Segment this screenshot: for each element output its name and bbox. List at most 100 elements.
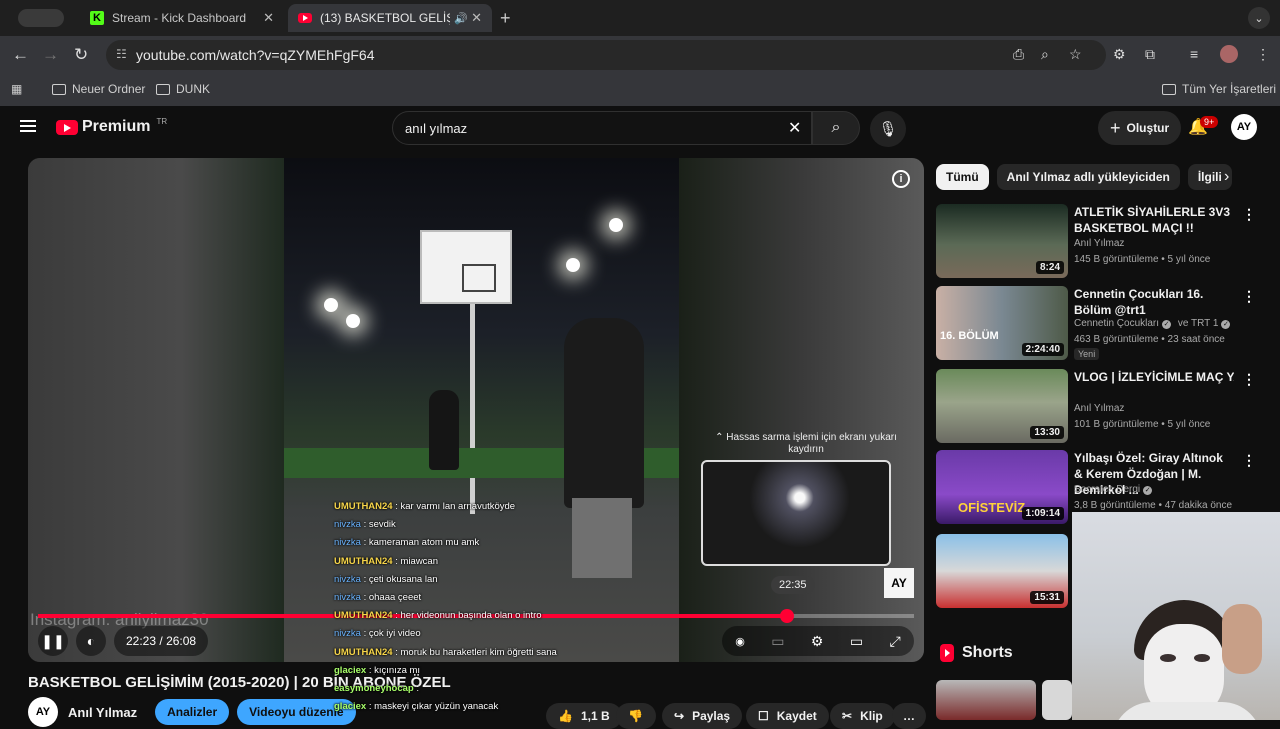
more-vert-icon[interactable]: ⋮ [1242,371,1256,388]
channel-name[interactable]: Anıl Yılmaz [1074,403,1124,414]
recommended-video[interactable]: 15:31 [936,534,1068,608]
recommended-video[interactable]: 16. BÖLÜM 2:24:40 Cennetin Çocukları 16.… [936,286,1276,360]
menu-icon[interactable] [20,120,36,132]
channel-name[interactable]: Anıl Yılmaz [1074,238,1124,249]
shorts-icon [940,644,954,662]
create-button[interactable]: + Oluştur [1098,111,1182,145]
tab-menu-chevron-icon[interactable]: ⌄ [1248,7,1270,29]
channel-name[interactable]: Socrates Dergi [1074,484,1140,495]
channel-avatar[interactable]: AY [28,697,58,727]
short-thumbnail[interactable] [1042,680,1072,720]
save-button[interactable]: ☐ Kaydet [746,703,829,729]
seek-preview-thumbnail [701,460,891,566]
chat-username: nivzka [334,519,361,531]
video-thumbnail[interactable]: 8:24 [936,204,1068,278]
tab-search-pill[interactable] [18,9,64,27]
chat-message: glaciex : kıçınıza mı [334,662,654,680]
bookmark-star-icon[interactable]: ☆ [1069,46,1082,63]
voice-search-button[interactable]: 🎙 [870,111,906,147]
install-icon[interactable]: ⎙ [1013,46,1024,63]
recommended-video[interactable]: 13:30 VLOG | İZLEYİCİMLE MAÇ YAPTIM & BA… [936,369,1276,443]
fullscreen-icon[interactable]: ⤢ [890,633,901,650]
autoplay-toggle-icon[interactable]: ◉ [735,635,745,648]
all-bookmarks[interactable]: Tüm Yer İşaretleri [1162,82,1276,96]
video-title[interactable]: VLOG | İZLEYİCİMLE MAÇ YAPTIM & BASKETBO… [1074,369,1234,385]
video-title[interactable]: Cennetin Çocukları 16. Bölüm @trt1 [1074,286,1234,318]
time-display: 22:23 / 26:08 [114,626,209,656]
chat-message: glaciex : maskeyi çıkar yüzün yanacak [334,698,654,716]
volume-button[interactable]: ◐ [76,626,106,656]
share-label: Paylaş [692,709,731,723]
video-thumbnail[interactable]: 13:30 [936,369,1068,443]
video-thumbnail[interactable]: OFİSTEVİZ 1:09:14 [936,450,1068,524]
menu-dots-icon[interactable]: ⋮ [1256,46,1270,63]
pause-button[interactable]: ❚❚ [38,626,68,656]
progress-scrubber[interactable] [779,609,794,623]
search-button[interactable]: ⌕ [812,111,860,145]
youtube-play-icon [56,119,78,135]
reload-icon[interactable]: ↻ [74,45,88,65]
chat-message: UMUTHAN24 : miawcan [334,553,654,571]
clear-search-icon[interactable]: ✕ [788,118,801,138]
more-vert-icon[interactable]: ⋮ [1242,206,1256,223]
chevron-right-icon[interactable]: › [1224,168,1229,186]
bookmark-folder[interactable]: Neuer Ordner [52,82,145,96]
chevron-up-icon: ⌃ [715,432,724,443]
site-info-icon[interactable]: ☷ [116,47,127,61]
save-icon: ☐ [758,709,769,723]
tab-kick-dashboard[interactable]: K Stream - Kick Dashboard ✕ [80,4,284,32]
chat-username: UMUTHAN24 [334,501,393,512]
back-icon[interactable]: ← [12,45,29,65]
chat-message: UMUTHAN24 : moruk bu haraketleri kim öğr… [334,644,654,662]
more-vert-icon[interactable]: ⋮ [1242,452,1256,469]
shorts-section-header: Shorts [940,644,1013,662]
bookmark-folder[interactable]: DUNK [156,82,210,96]
speaker-icon[interactable]: 🔊 [454,12,468,25]
search-input[interactable]: anıl yılmaz [392,111,812,145]
clip-button[interactable]: ✂ Klip [830,703,895,729]
profile-avatar[interactable] [1220,45,1238,63]
media-icon[interactable]: ≡ [1190,46,1198,62]
subtitles-icon[interactable]: ▭ [771,633,784,650]
puzzle-icon[interactable]: ⧉ [1145,46,1155,63]
youtube-logo[interactable]: Premium TR [56,117,167,136]
more-actions-button[interactable]: … [892,703,926,729]
forward-icon[interactable]: → [42,45,59,65]
chat-text: : kar varmı lan arnavutköyde [395,501,516,512]
channel-name[interactable]: Anıl Yılmaz [68,705,137,720]
close-tab-icon[interactable]: ✕ [263,10,274,26]
floodlight [346,314,360,328]
channel-watermark-badge[interactable]: AY [884,568,914,598]
recommended-video[interactable]: 8:24 ATLETİK SİYAHİLERLE 3V3 BASKETBOL M… [936,204,1276,278]
chip-all[interactable]: Tümü [936,164,989,190]
search-value: anıl yılmaz [405,120,468,136]
address-bar[interactable]: ☷ youtube.com/watch?v=qZYMEhFgF64 [106,40,1106,70]
zoom-icon[interactable]: ⌕ [1041,46,1049,63]
channel-name[interactable]: Cennetin Çocukları [1074,318,1159,329]
video-thumbnail[interactable]: 16. BÖLÜM 2:24:40 [936,286,1068,360]
browser-tab-bar: K Stream - Kick Dashboard ✕ (13) BASKETB… [0,0,1280,36]
new-tab-button[interactable]: + [500,8,511,29]
chat-username: UMUTHAN24 [334,610,393,622]
settings-gear-icon[interactable]: ⚙ [811,633,824,650]
theater-mode-icon[interactable]: ▭ [850,633,863,650]
apps-grid-icon[interactable]: ▦ [11,82,22,96]
tab-youtube[interactable]: (13) BASKETBOL GELİŞİMİ 🔊 ✕ [288,4,492,32]
chip-from-uploader[interactable]: Anıl Yılmaz adlı yükleyiciden [996,164,1180,190]
close-tab-icon[interactable]: ✕ [471,10,482,26]
share-button[interactable]: ↪ Paylaş [662,703,743,729]
video-meta: 101 B görüntüleme • 5 yıl önce [1074,419,1211,430]
info-icon[interactable]: i [892,170,910,188]
total-time: 26:08 [166,634,197,648]
stream-chat-overlay: UMUTHAN24 : kar varmı lan arnavutköyde ni… [334,498,654,716]
account-avatar[interactable]: AY [1231,114,1257,140]
chat-username: UMUTHAN24 [334,555,393,567]
extension-icon[interactable]: ⚙ [1113,46,1126,63]
chat-message: easymoneyhocap : [334,680,654,698]
video-title[interactable]: ATLETİK SİYAHİLERLE 3V3 BASKETBOL MAÇI !… [1074,204,1234,236]
more-vert-icon[interactable]: ⋮ [1242,288,1256,305]
video-thumbnail[interactable]: 15:31 [936,534,1068,608]
channel-name[interactable]: ve TRT 1 [1178,318,1219,329]
analytics-button[interactable]: Analizler [155,699,230,725]
short-thumbnail[interactable] [936,680,1036,720]
